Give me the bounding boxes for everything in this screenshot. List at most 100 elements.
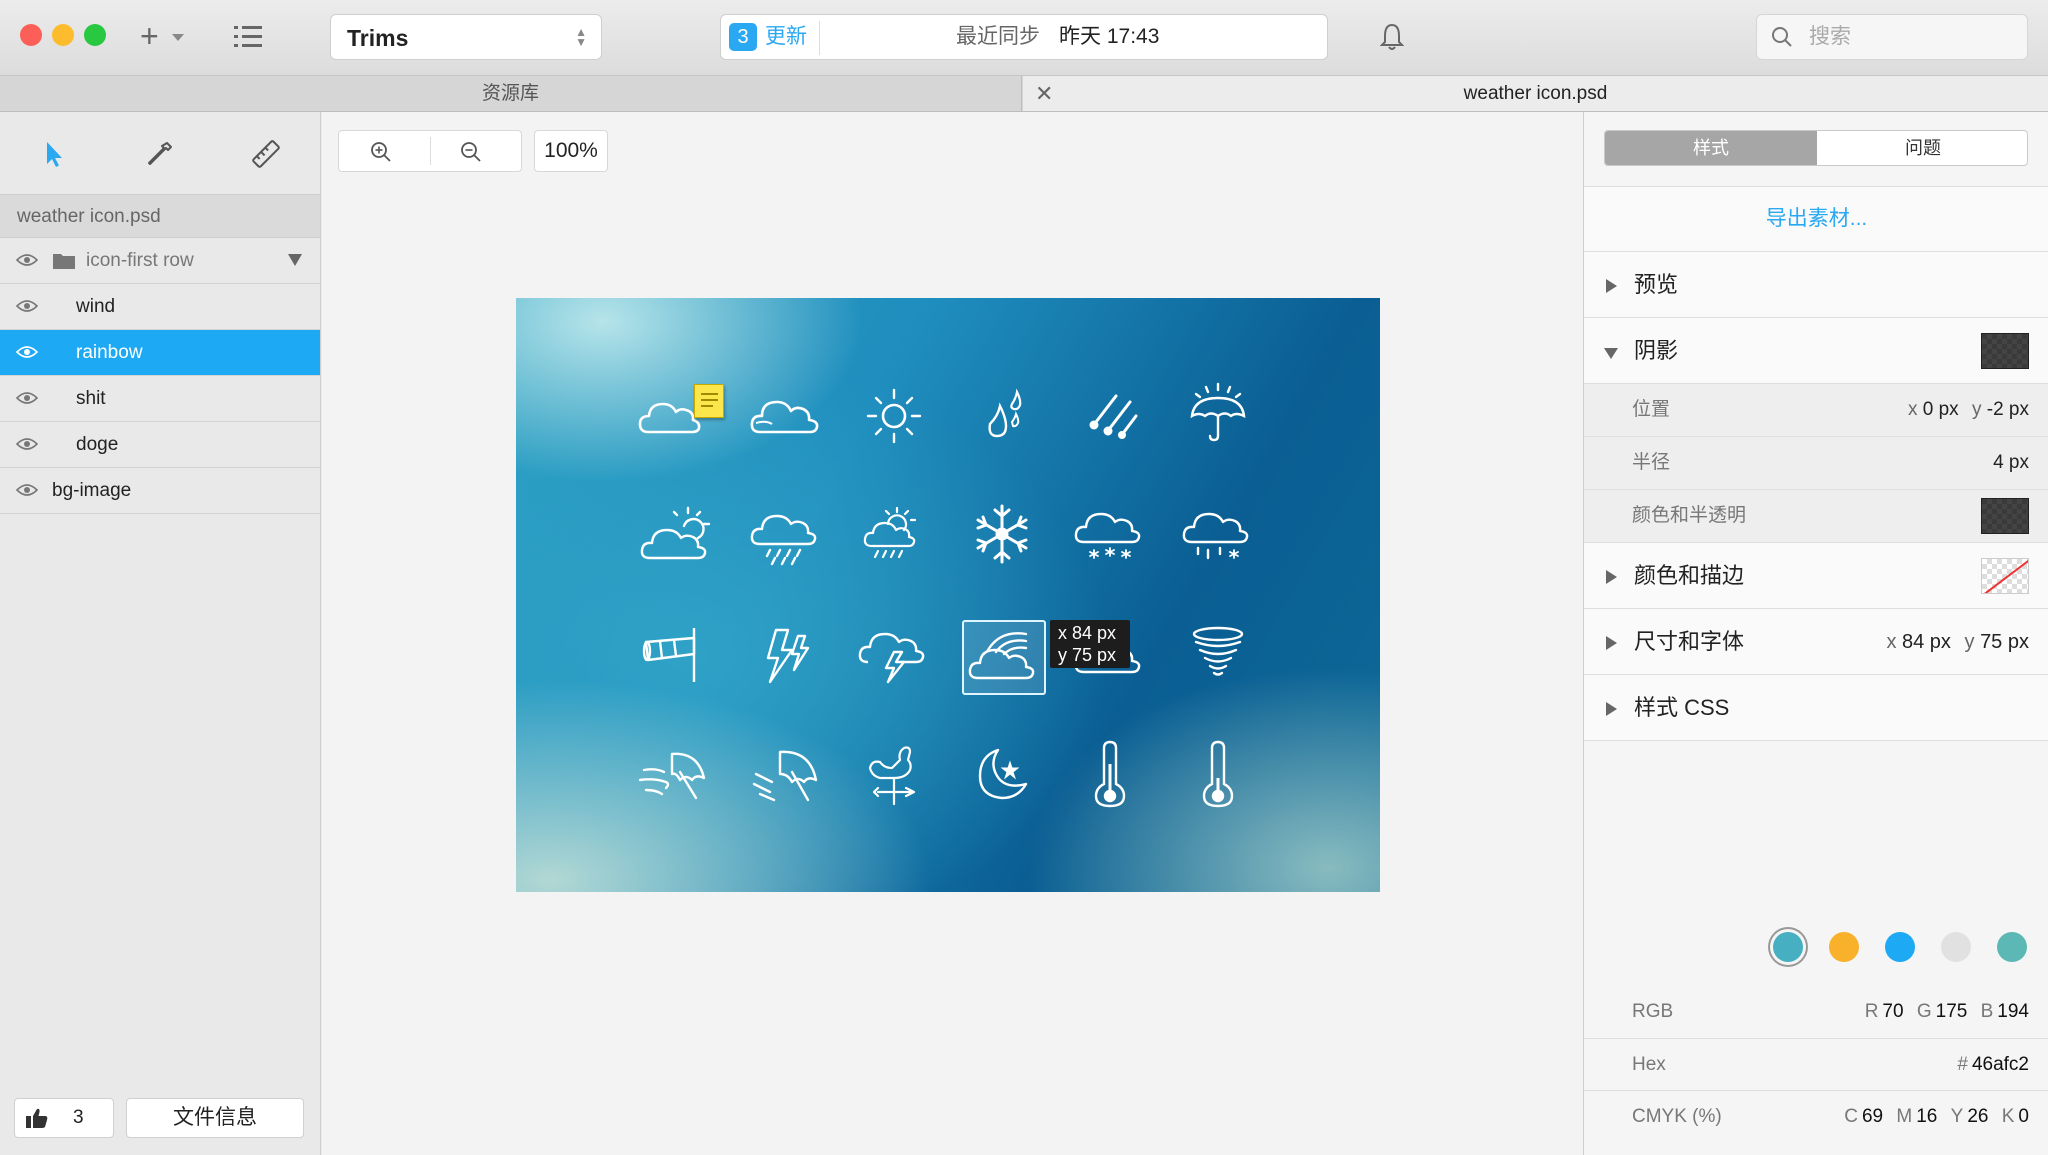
cmyk-label: CMYK (%) xyxy=(1632,1106,1722,1127)
project-select[interactable]: Trims ▲ ▼ xyxy=(330,14,602,60)
partly-sunny-icon[interactable] xyxy=(636,494,716,574)
zoom-level[interactable]: 100% xyxy=(534,130,608,172)
design-artboard[interactable]: x 84 px y 75 px xyxy=(516,298,1380,892)
meteor-icon[interactable] xyxy=(1070,374,1150,454)
sync-status: 3 更新 最近同步 昨天 17:43 xyxy=(720,14,1328,60)
eye-icon[interactable] xyxy=(16,482,38,498)
notification-bell-icon[interactable] xyxy=(1380,22,1404,52)
tab-issues[interactable]: 问题 xyxy=(1817,131,2027,165)
tornado-icon[interactable] xyxy=(1178,614,1258,694)
zoom-in-icon[interactable] xyxy=(369,140,393,164)
layer-row[interactable]: shit xyxy=(0,376,320,422)
disclosure-triangle-icon[interactable] xyxy=(1606,279,1617,293)
shadow-color-swatch[interactable] xyxy=(1981,498,2029,534)
shadow-position-row: 位置 x 0 px y -2 px xyxy=(1584,384,2048,437)
eyedropper-icon[interactable] xyxy=(140,134,180,174)
hex-value[interactable]: #46afc2 xyxy=(1949,1053,2029,1077)
cloud-snow-icon[interactable] xyxy=(1070,494,1150,574)
umbrella-sun-icon[interactable] xyxy=(1178,374,1258,454)
disclosure-triangle-icon[interactable] xyxy=(1604,348,1618,359)
raindrops-icon[interactable] xyxy=(962,374,1042,454)
snowflake-icon[interactable] xyxy=(962,494,1042,574)
eye-icon[interactable] xyxy=(16,344,38,360)
zoom-controls xyxy=(338,130,522,172)
cloud-sleet-icon[interactable] xyxy=(1178,494,1258,574)
update-button[interactable]: 更新 xyxy=(765,23,807,51)
list-view-icon[interactable] xyxy=(234,24,262,50)
close-tab-icon[interactable]: ✕ xyxy=(1035,76,1053,111)
layer-name: doge xyxy=(76,434,119,455)
update-count-badge[interactable]: 3 xyxy=(729,23,757,51)
css-section[interactable]: 样式 CSS xyxy=(1584,675,2048,741)
cloud-icon[interactable] xyxy=(746,374,826,454)
eye-icon[interactable] xyxy=(16,436,38,452)
eye-icon[interactable] xyxy=(16,390,38,406)
cmyk-value[interactable]: C 69 M 16 Y 26 K0 xyxy=(1836,1105,2029,1129)
cloud-rainbow-icon[interactable] xyxy=(964,616,1044,696)
ruler-icon[interactable] xyxy=(246,134,286,174)
updown-chevron-icon: ▲ ▼ xyxy=(575,25,587,49)
palette-swatch[interactable] xyxy=(1885,932,1915,962)
tab-library[interactable]: 资源库 xyxy=(0,76,1022,111)
shadow-section[interactable]: 阴影 xyxy=(1584,318,2048,384)
dimension-tooltip: x 84 px y 75 px xyxy=(1050,620,1130,668)
layer-group-row[interactable]: icon-first row xyxy=(0,238,320,284)
add-icon[interactable]: + xyxy=(140,18,159,54)
lightning-icon[interactable] xyxy=(746,614,826,694)
close-window-button[interactable] xyxy=(20,24,42,46)
shadow-swatch[interactable] xyxy=(1981,333,2029,369)
section-title: 阴影 xyxy=(1634,338,1679,363)
thermometer-icon[interactable] xyxy=(1178,734,1258,814)
palette-swatch[interactable] xyxy=(1941,932,1971,962)
like-count: 3 xyxy=(73,1107,84,1128)
tab-document-label: weather icon.psd xyxy=(1463,83,1608,104)
no-fill-swatch[interactable] xyxy=(1981,558,2029,594)
like-button[interactable]: 3 xyxy=(14,1098,114,1138)
disclosure-triangle-icon[interactable] xyxy=(1606,702,1617,716)
sun-cloud-rain-icon[interactable] xyxy=(854,494,934,574)
file-name-header: weather icon.psd xyxy=(0,194,320,238)
minimize-window-button[interactable] xyxy=(52,24,74,46)
fill-stroke-section[interactable]: 颜色和描边 xyxy=(1584,543,2048,609)
export-assets-button[interactable]: 导出素材... xyxy=(1584,186,2048,252)
radius-value[interactable]: 4 px xyxy=(1993,451,2029,475)
size-font-section[interactable]: 尺寸和字体 x 84 px y 75 px xyxy=(1584,609,2048,675)
zoom-window-button[interactable] xyxy=(84,24,106,46)
eye-icon[interactable] xyxy=(16,298,38,314)
search-field[interactable]: 搜索 xyxy=(1756,14,2028,60)
select-arrow-icon[interactable] xyxy=(34,134,74,174)
palette-swatch[interactable] xyxy=(1997,932,2027,962)
palette-swatch[interactable] xyxy=(1829,932,1859,962)
collapse-triangle-icon[interactable] xyxy=(288,254,302,266)
layer-row[interactable]: wind xyxy=(0,284,320,330)
zoom-out-icon[interactable] xyxy=(459,140,483,164)
tab-document[interactable]: ✕ weather icon.psd xyxy=(1023,76,2048,111)
layer-row[interactable]: doge xyxy=(0,422,320,468)
section-title: 尺寸和字体 xyxy=(1634,629,1745,654)
section-title: 颜色和描边 xyxy=(1634,563,1745,588)
cloud-lightning-icon[interactable] xyxy=(854,614,934,694)
rain-umbrella-icon[interactable] xyxy=(746,734,826,814)
section-title: 预览 xyxy=(1634,272,1679,297)
windsock-icon[interactable] xyxy=(636,614,716,694)
rgb-value[interactable]: R 70 G 175 B 194 xyxy=(1857,1000,2029,1024)
wind-umbrella-icon[interactable] xyxy=(636,734,716,814)
inspector-panel: 样式 问题 导出素材... 预览 阴影 位置 x 0 px y -2 px 半径… xyxy=(1583,112,2048,1155)
layer-row-selected[interactable]: rainbow xyxy=(0,330,320,376)
position-value[interactable]: x 0 px y -2 px xyxy=(1908,398,2029,422)
file-info-button[interactable]: 文件信息 xyxy=(126,1098,304,1138)
add-menu-chevron-icon[interactable] xyxy=(172,34,184,41)
sun-icon[interactable] xyxy=(854,374,934,454)
moon-star-icon[interactable] xyxy=(962,734,1042,814)
eye-icon[interactable] xyxy=(16,252,38,268)
tab-style[interactable]: 样式 xyxy=(1605,131,1817,165)
layer-row[interactable]: bg-image xyxy=(0,468,320,514)
disclosure-triangle-icon[interactable] xyxy=(1606,636,1617,650)
palette-swatch-selected[interactable] xyxy=(1773,932,1803,962)
cloud-rain-icon[interactable] xyxy=(746,494,826,574)
sticky-note-icon[interactable] xyxy=(694,384,724,418)
weathervane-icon[interactable] xyxy=(854,734,934,814)
disclosure-triangle-icon[interactable] xyxy=(1606,570,1617,584)
thermometer-icon[interactable] xyxy=(1070,734,1150,814)
preview-section[interactable]: 预览 xyxy=(1584,252,2048,318)
